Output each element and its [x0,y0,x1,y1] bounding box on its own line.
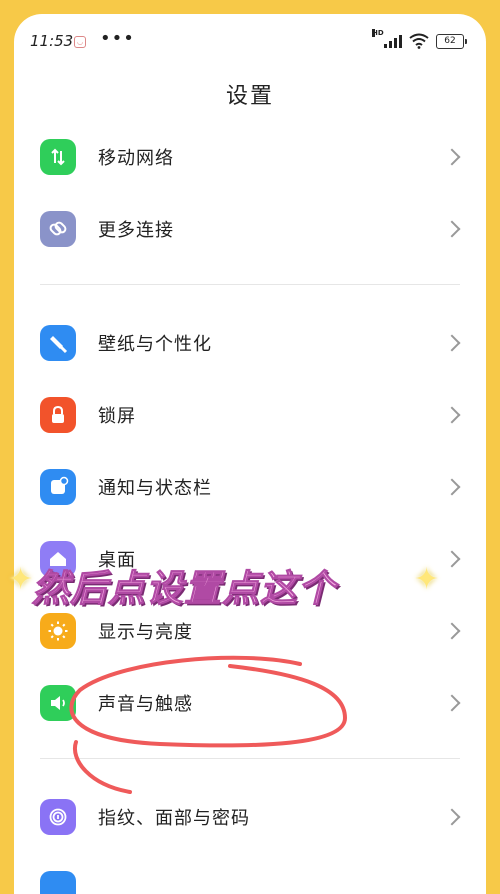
red-circle-annotation [69,655,348,794]
annotation-caption: 然后点设置点这个 [32,567,336,611]
sparkle-icon: ✦ [414,562,440,597]
sparkle-icon: ✦ [8,562,34,597]
